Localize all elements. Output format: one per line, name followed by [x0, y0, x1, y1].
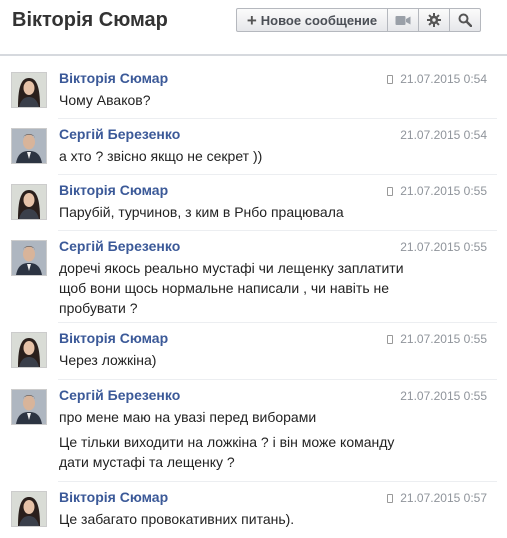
search-icon	[458, 13, 472, 27]
message-line: а хто ? звісно якщо не секрет ))	[59, 148, 263, 164]
conversation-header: Вікторія Сюмар + Новое сообщение	[0, 0, 507, 56]
message-line: Чому Аваков?	[59, 92, 151, 108]
message-text: Це забагато провокативних питань).	[59, 509, 429, 529]
message-time: 21.07.2015 0:55	[400, 240, 487, 254]
message-time-text: 21.07.2015 0:55	[400, 240, 487, 254]
avatar[interactable]	[11, 128, 47, 164]
message-time-text: 21.07.2015 0:54	[400, 72, 487, 86]
message-time: 21.07.2015 0:54	[400, 128, 487, 142]
message-line: Це тільки виходити на ложкіна ? і він мо…	[59, 434, 395, 450]
new-message-label: Новое сообщение	[260, 12, 378, 28]
mobile-phone-icon	[387, 335, 394, 344]
message-sender[interactable]: Вікторія Сюмар	[59, 489, 168, 505]
message-text: Парубій, турчинов, з ким в Рнбо працювал…	[59, 202, 429, 222]
message-text: Це тільки виходити на ложкіна ? і він мо…	[59, 432, 429, 472]
mobile-phone-icon	[387, 494, 394, 503]
message-text: Чому Аваков?	[59, 90, 429, 110]
message-line: доречі якось реально мустафі чи лещенку …	[59, 260, 404, 276]
avatar[interactable]	[11, 491, 47, 527]
message-divider	[58, 118, 497, 119]
video-call-button[interactable]	[387, 8, 419, 32]
message-line: щоб вони щось нормальне написали , чи на…	[59, 280, 390, 296]
search-button[interactable]	[449, 8, 481, 32]
message-text: доречі якось реально мустафі чи лещенку …	[59, 258, 429, 318]
message-time-text: 21.07.2015 0:54	[400, 128, 487, 142]
message-line: про мене маю на увазі перед виборами	[59, 409, 317, 425]
message-time-text: 21.07.2015 0:55	[400, 389, 487, 403]
message-divider	[58, 322, 497, 323]
message-line: пробувати ?	[59, 300, 138, 316]
conversation-toolbar: + Новое сообщение	[236, 8, 481, 34]
message-time: 21.07.2015 0:57	[387, 491, 487, 505]
message-line: Через ложкіна)	[59, 352, 157, 368]
gear-icon	[427, 13, 441, 27]
message-divider	[58, 379, 497, 380]
message-line: Парубій, турчинов, з ким в Рнбо працювал…	[59, 204, 344, 220]
message-sender[interactable]: Вікторія Сюмар	[59, 182, 168, 198]
message-line: Це забагато провокативних питань).	[59, 511, 295, 527]
message-sender[interactable]: Сергій Березенко	[59, 238, 180, 254]
message-divider	[58, 174, 497, 175]
message-time-text: 21.07.2015 0:55	[400, 184, 487, 198]
mobile-phone-icon	[387, 75, 394, 84]
message-time: 21.07.2015 0:55	[400, 389, 487, 403]
conversation-title: Вікторія Сюмар	[12, 9, 168, 31]
mobile-phone-icon	[387, 187, 394, 196]
message-line: дати мустафі та лещенку ?	[59, 454, 235, 470]
avatar[interactable]	[11, 72, 47, 108]
avatar[interactable]	[11, 389, 47, 425]
message-sender[interactable]: Вікторія Сюмар	[59, 330, 168, 346]
message-divider	[58, 230, 497, 231]
message-text: а хто ? звісно якщо не секрет ))	[59, 146, 429, 166]
plus-icon: +	[246, 10, 257, 30]
message-time-text: 21.07.2015 0:55	[400, 332, 487, 346]
message-time: 21.07.2015 0:54	[387, 72, 487, 86]
settings-button[interactable]	[418, 8, 450, 32]
message-sender[interactable]: Сергій Березенко	[59, 126, 180, 142]
message-divider	[58, 481, 497, 482]
new-message-button[interactable]: + Новое сообщение	[236, 8, 388, 32]
message-text: про мене маю на увазі перед виборами	[59, 407, 429, 427]
message-sender[interactable]: Сергій Березенко	[59, 387, 180, 403]
video-camera-icon	[395, 15, 411, 25]
avatar[interactable]	[11, 332, 47, 368]
avatar[interactable]	[11, 240, 47, 276]
message-time: 21.07.2015 0:55	[387, 332, 487, 346]
message-text: Через ложкіна)	[59, 350, 429, 370]
message-time-text: 21.07.2015 0:57	[400, 491, 487, 505]
avatar[interactable]	[11, 184, 47, 220]
message-sender[interactable]: Вікторія Сюмар	[59, 70, 168, 86]
message-time: 21.07.2015 0:55	[387, 184, 487, 198]
